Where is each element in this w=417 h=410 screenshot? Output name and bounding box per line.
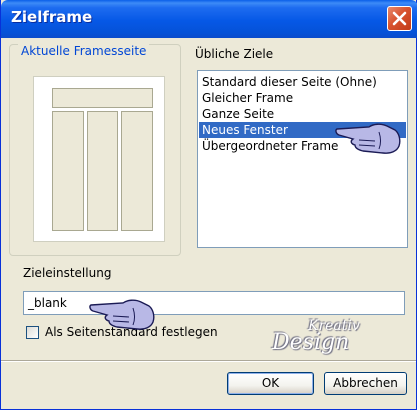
set-as-default-checkbox[interactable] [26, 326, 39, 339]
frame-preview-right [121, 111, 153, 231]
ok-button[interactable]: OK [227, 372, 314, 395]
title-bar[interactable]: Zielframe [1, 0, 417, 38]
pointing-hand-icon [89, 299, 155, 330]
common-targets-list[interactable]: Standard dieser Seite (Ohne) Gleicher Fr… [197, 70, 408, 248]
target-setting-input[interactable]: _blank [23, 291, 405, 315]
watermark-line2: Design [272, 330, 350, 355]
target-setting-label: Zieleinstellung [23, 266, 112, 280]
frame-preview [33, 76, 165, 242]
list-item-standard[interactable]: Standard dieser Seite (Ohne) [199, 74, 406, 90]
close-icon [392, 11, 407, 26]
watermark: Kreativ Design [266, 318, 376, 358]
frame-preview-left [52, 111, 84, 231]
frame-preview-top [52, 88, 153, 108]
cancel-button[interactable]: Abbrechen [324, 372, 407, 395]
common-targets-label: Übliche Ziele [195, 47, 274, 61]
button-divider [1, 360, 416, 362]
pointing-hand-icon [335, 123, 401, 154]
group-legend-text: Aktuelle Framesseite [21, 44, 147, 58]
frame-preview-middle [87, 111, 118, 231]
dialog-window: Zielframe Aktuelle Framesseite Übliche Z… [0, 0, 417, 410]
group-legend: Aktuelle Framesseite [18, 44, 150, 58]
window-title: Zielframe [11, 8, 93, 26]
close-button[interactable] [387, 6, 412, 31]
list-item-same-frame[interactable]: Gleicher Frame [199, 90, 406, 106]
